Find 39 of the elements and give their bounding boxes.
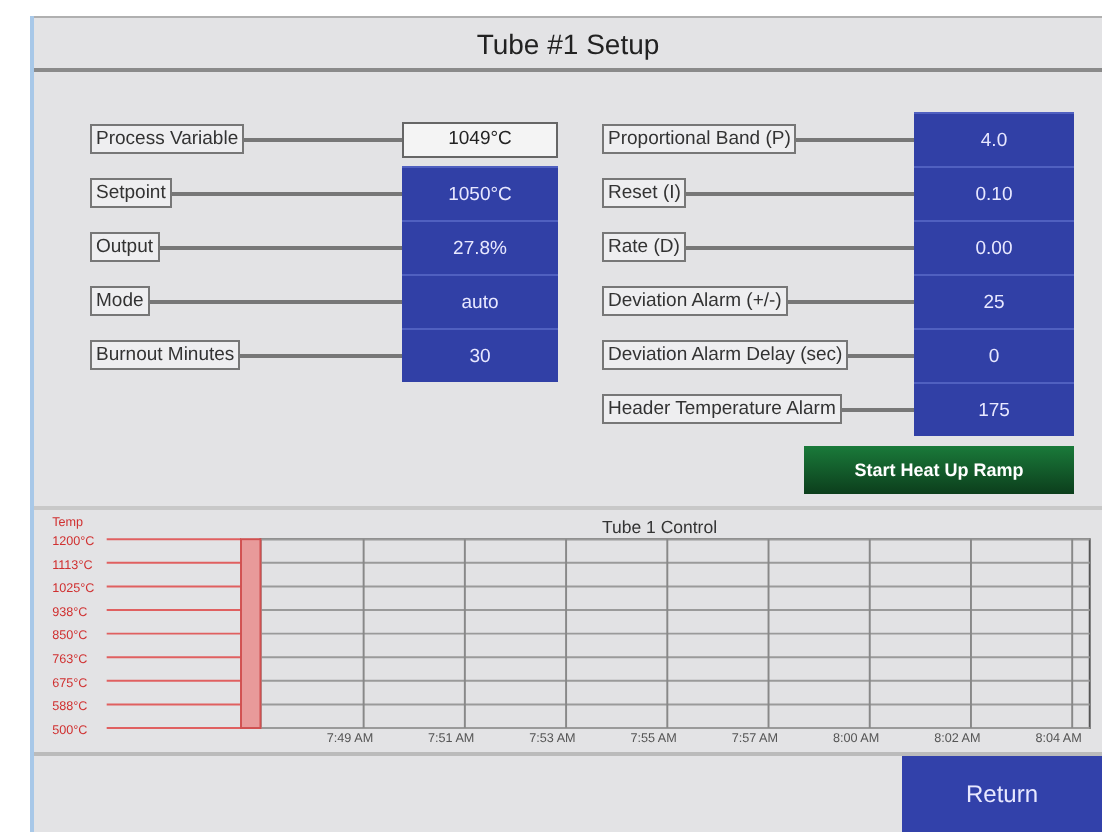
value-field[interactable]: 30: [402, 328, 558, 383]
leader-line: [841, 407, 914, 412]
leader-line: [105, 704, 242, 706]
return-button[interactable]: Return: [902, 756, 1102, 832]
value-field[interactable]: 25: [914, 274, 1074, 329]
field-label: Mode: [90, 286, 150, 317]
field-label: Reset (I): [602, 178, 687, 209]
field-label: Deviation Alarm Delay (sec): [602, 340, 849, 371]
value-field[interactable]: 0: [914, 328, 1074, 383]
leader-line: [787, 299, 914, 304]
leader-line: [105, 656, 242, 659]
leader-line: [796, 137, 914, 142]
field-label: Burnout Minutes: [90, 340, 241, 371]
value-field[interactable]: 0.10: [914, 166, 1074, 221]
field-label: Header Temperature Alarm: [602, 394, 842, 425]
leader-line: [105, 609, 242, 612]
screen-title: Tube #1 Setup: [476, 27, 660, 60]
field-label: Rate (D): [602, 232, 686, 263]
leader-line: [105, 727, 242, 730]
field-label: Output: [90, 232, 160, 263]
field-label: Deviation Alarm (+/-): [602, 286, 788, 317]
value-field[interactable]: auto: [402, 274, 558, 329]
value-display: 1049°C: [402, 121, 558, 158]
value-field[interactable]: 27.8%: [402, 220, 558, 275]
value-field[interactable]: 175: [914, 382, 1074, 437]
leader-line: [848, 353, 914, 358]
leader-line: [105, 586, 242, 588]
leader-line: [105, 562, 242, 565]
field-label: Setpoint: [90, 178, 172, 209]
field-label: Process Variable: [90, 124, 245, 155]
leader-line: [105, 680, 242, 683]
value-field[interactable]: 1050°C: [402, 166, 558, 221]
leader-line: [105, 633, 242, 636]
start-ramp-button[interactable]: Start Heat Up Ramp: [804, 446, 1074, 495]
value-field[interactable]: 0.00: [914, 220, 1074, 275]
value-field[interactable]: 4.0: [914, 112, 1074, 167]
field-label: Proportional Band (P): [602, 124, 797, 155]
leader-line: [105, 538, 242, 541]
chart-title: Tube 1 Control: [601, 518, 718, 538]
